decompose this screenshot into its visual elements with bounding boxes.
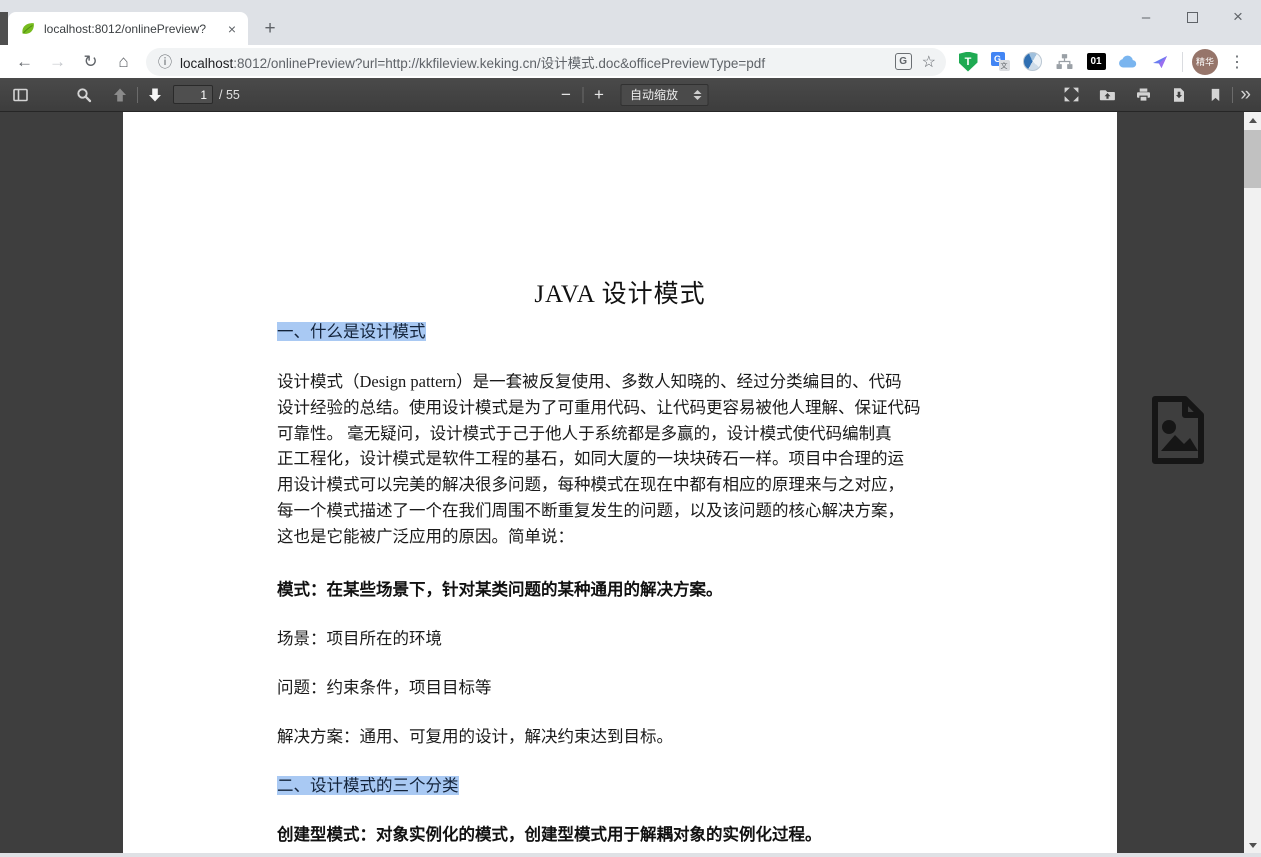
- next-page-icon[interactable]: [141, 82, 169, 108]
- toolbar-separator: [582, 87, 583, 103]
- window-maximize-button[interactable]: [1169, 0, 1215, 34]
- translate-page-icon[interactable]: G: [895, 53, 912, 70]
- pdf-viewer-area: JAVA 设计模式 一、什么是设计模式 设计模式（Design pattern）…: [0, 112, 1261, 853]
- zoom-out-icon[interactable]: −: [553, 82, 579, 108]
- more-tools-icon[interactable]: »: [1236, 85, 1255, 104]
- url-text: localhost:8012/onlinePreview?url=http://…: [180, 52, 895, 72]
- browser-tab[interactable]: localhost:8012/onlinePreview? ×: [8, 12, 248, 45]
- paragraph-line: 用设计模式可以完美的解决很多问题，每种模式在现在中都有相应的原理来与之对应，: [277, 472, 974, 498]
- paragraph-line: 设计模式（Design pattern）是一套被反复使用、多数人知晓的、经过分类…: [277, 369, 974, 395]
- zoom-in-icon[interactable]: +: [586, 82, 612, 108]
- toolbar-separator: [1182, 52, 1183, 72]
- toolbar-separator: [1232, 87, 1233, 103]
- bold-pattern-line: 模式：在某些场景下，针对某类问题的某种通用的解决方案。: [277, 576, 723, 600]
- select-spinner-icon: [693, 90, 701, 100]
- scrollbar-down-icon[interactable]: [1244, 837, 1261, 853]
- previous-page-icon[interactable]: [106, 82, 134, 108]
- browser-navbar: ← → ↻ ⌂ ⓘ localhost:8012/onlinePreview?u…: [0, 45, 1261, 78]
- url-bar[interactable]: ⓘ localhost:8012/onlinePreview?url=http:…: [146, 48, 946, 76]
- pdf-toolbar: / 55 − + 自动缩放: [0, 78, 1261, 112]
- window-edge-strip: [0, 12, 8, 45]
- open-file-icon[interactable]: [1093, 82, 1121, 108]
- url-host: localhost: [180, 56, 233, 71]
- extensions-row: T G 文 01: [952, 48, 1253, 76]
- image-preview-icon[interactable]: [1141, 393, 1213, 469]
- new-tab-button[interactable]: +: [258, 17, 282, 41]
- site-info-icon[interactable]: ⓘ: [158, 52, 172, 72]
- window-close-button[interactable]: ×: [1215, 0, 1261, 34]
- window-bottom-edge: [0, 853, 1261, 857]
- extension-translate-icon[interactable]: G 文: [986, 48, 1014, 76]
- window-minimize-button[interactable]: –: [1123, 0, 1169, 34]
- extension-bird-icon[interactable]: [1146, 48, 1174, 76]
- problem-line: 问题：约束条件，项目目标等: [277, 674, 492, 698]
- zoom-scale-select[interactable]: 自动缩放: [620, 84, 708, 106]
- back-icon[interactable]: ←: [12, 49, 37, 75]
- home-icon[interactable]: ⌂: [111, 49, 136, 75]
- paragraph-line: 正工程化，设计模式是软件工程的基石，如同大厦的一块块砖石一样。项目中合理的运: [277, 446, 974, 472]
- scrollbar-up-icon[interactable]: [1244, 112, 1261, 128]
- extension-cloud-icon[interactable]: [1114, 48, 1142, 76]
- bookmark-icon[interactable]: [1201, 82, 1229, 108]
- document-title: JAVA 设计模式: [123, 274, 1117, 310]
- paragraph-line: 每一个模式描述了一个在我们周围不断重复发生的问题，以及该问题的核心解决方案，: [277, 498, 974, 524]
- titlebar: localhost:8012/onlinePreview? × + – ×: [0, 0, 1261, 45]
- tab-title: localhost:8012/onlinePreview?: [44, 22, 224, 36]
- solution-line: 解决方案：通用、可复用的设计，解决约束达到目标。: [277, 723, 673, 747]
- profile-avatar[interactable]: 精华: [1191, 48, 1219, 76]
- extension-01-icon[interactable]: 01: [1082, 48, 1110, 76]
- document-paragraph: 设计模式（Design pattern）是一套被反复使用、多数人知晓的、经过分类…: [277, 369, 974, 550]
- find-icon[interactable]: [70, 82, 98, 108]
- spring-leaf-favicon: [20, 21, 36, 37]
- extension-proxy-icon[interactable]: [1018, 48, 1046, 76]
- presentation-mode-icon[interactable]: [1057, 82, 1085, 108]
- sidebar-toggle-icon[interactable]: [6, 82, 34, 108]
- page-count-label: / 55: [219, 88, 240, 102]
- extension-sitemap-icon[interactable]: [1050, 48, 1078, 76]
- document-heading-1: 一、什么是设计模式: [277, 318, 426, 342]
- browser-menu-icon[interactable]: ⋮: [1223, 48, 1251, 76]
- bookmark-star-icon[interactable]: ☆: [922, 52, 936, 72]
- paragraph-line: 设计经验的总结。使用设计模式是为了可重用代码、让代码更容易被他人理解、保证代码: [277, 395, 974, 421]
- document-heading-2: 二、设计模式的三个分类: [277, 772, 459, 796]
- extension-shield-icon[interactable]: T: [954, 48, 982, 76]
- url-path: :8012/onlinePreview?url=http://kkfilevie…: [233, 56, 765, 71]
- print-icon[interactable]: [1129, 82, 1157, 108]
- tab-close-icon[interactable]: ×: [224, 21, 240, 37]
- pdf-toolbar-right: »: [1057, 82, 1255, 108]
- scrollbar[interactable]: [1244, 112, 1261, 853]
- download-icon[interactable]: [1165, 82, 1193, 108]
- page-number-input[interactable]: [173, 85, 213, 104]
- bold-creational-line: 创建型模式：对象实例化的模式，创建型模式用于解耦对象的实例化过程。: [277, 821, 822, 845]
- scrollbar-thumb[interactable]: [1244, 130, 1261, 188]
- window-controls: – ×: [1123, 0, 1261, 34]
- reload-icon[interactable]: ↻: [78, 49, 103, 75]
- zoom-controls: − + 自动缩放: [553, 82, 708, 108]
- scene-line: 场景：项目所在的环境: [277, 625, 442, 649]
- paragraph-line: 这也是它能被广泛应用的原因。简单说：: [277, 524, 974, 550]
- paragraph-line: 可靠性。 毫无疑问，设计模式于己于他人于系统都是多赢的，设计模式使代码编制真: [277, 421, 974, 447]
- pdf-page: JAVA 设计模式 一、什么是设计模式 设计模式（Design pattern）…: [123, 112, 1117, 853]
- forward-icon[interactable]: →: [45, 49, 70, 75]
- toolbar-separator: [137, 87, 138, 103]
- maximize-icon: [1187, 12, 1198, 23]
